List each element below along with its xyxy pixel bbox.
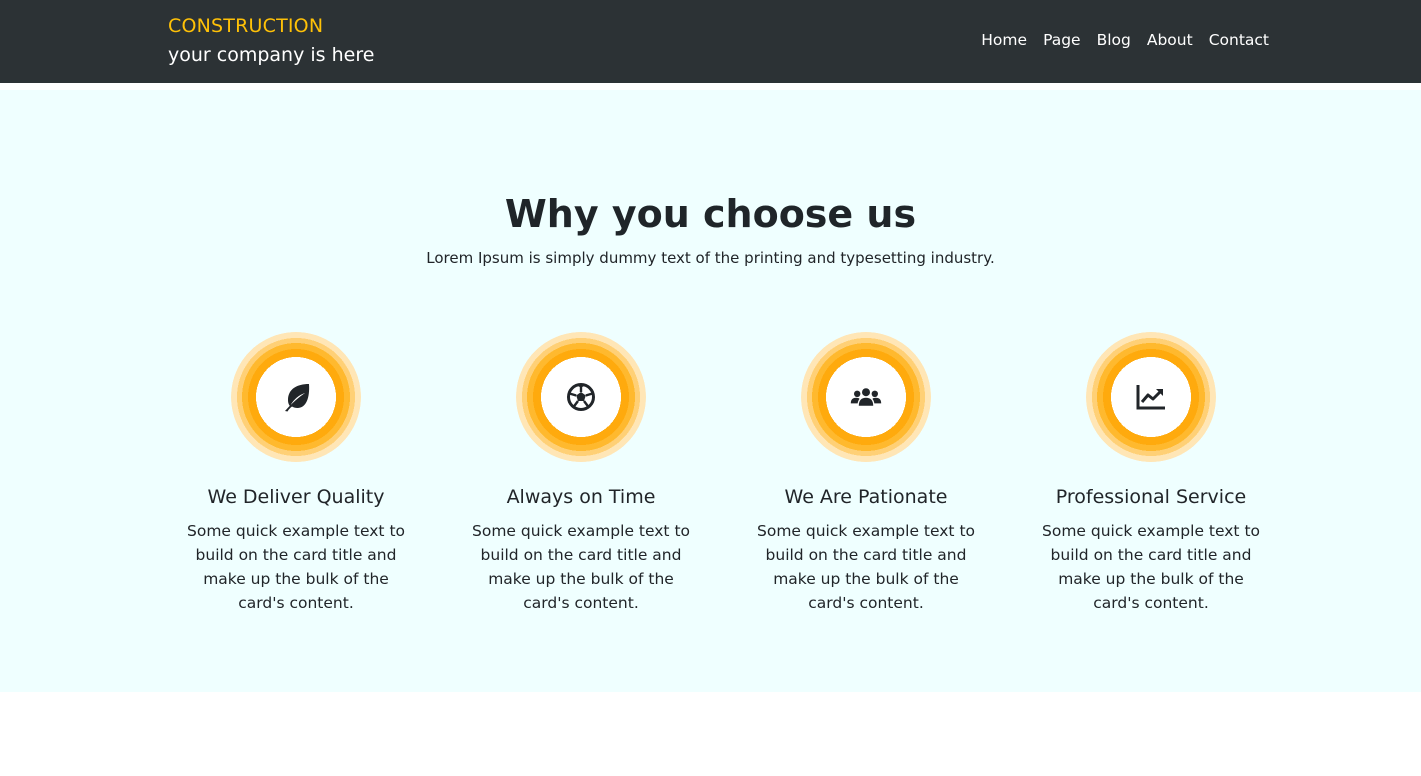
- top-navbar: CONSTRUCTION your company is here Home P…: [0, 0, 1421, 83]
- nav-link-page[interactable]: Page: [1043, 31, 1081, 49]
- icon-ring: [1086, 332, 1216, 462]
- card-text: Some quick example text to build on the …: [187, 522, 405, 612]
- soccer-ball-icon: [567, 383, 595, 411]
- feature-card-passionate: We Are Pationate Some quick example text…: [751, 332, 981, 615]
- main-nav: Home Page Blog About Contact: [981, 29, 1269, 51]
- card-title: We Deliver Quality: [207, 486, 385, 508]
- card-title: Always on Time: [506, 486, 656, 508]
- icon-ring: [801, 332, 931, 462]
- why-choose-us-section: Why you choose us Lorem Ipsum is simply …: [0, 90, 1421, 692]
- chart-line-icon: [1136, 385, 1165, 410]
- card-title: We Are Pationate: [784, 486, 948, 508]
- nav-link-about[interactable]: About: [1147, 31, 1193, 49]
- nav-link-contact[interactable]: Contact: [1209, 31, 1269, 49]
- section-title: Why you choose us: [504, 192, 917, 236]
- section-subtitle: Lorem Ipsum is simply dummy text of the …: [426, 249, 995, 267]
- users-icon: [850, 388, 882, 406]
- brand-name[interactable]: CONSTRUCTION: [168, 12, 374, 40]
- leaf-icon: [285, 384, 310, 412]
- card-title: Professional Service: [1055, 486, 1247, 508]
- icon-ring: [231, 332, 361, 462]
- icon-ring: [516, 332, 646, 462]
- nav-link-blog[interactable]: Blog: [1097, 31, 1131, 49]
- card-text: Some quick example text to build on the …: [472, 522, 690, 612]
- brand[interactable]: CONSTRUCTION your company is here: [168, 12, 374, 70]
- nav-link-home[interactable]: Home: [981, 31, 1027, 49]
- feature-card-on-time: Always on Time Some quick example text t…: [466, 332, 696, 615]
- brand-tagline: your company is here: [168, 44, 375, 66]
- card-text: Some quick example text to build on the …: [757, 522, 975, 612]
- feature-card-professional: Professional Service Some quick example …: [1036, 332, 1266, 615]
- feature-card-quality: We Deliver Quality Some quick example te…: [181, 332, 411, 615]
- card-text: Some quick example text to build on the …: [1042, 522, 1260, 612]
